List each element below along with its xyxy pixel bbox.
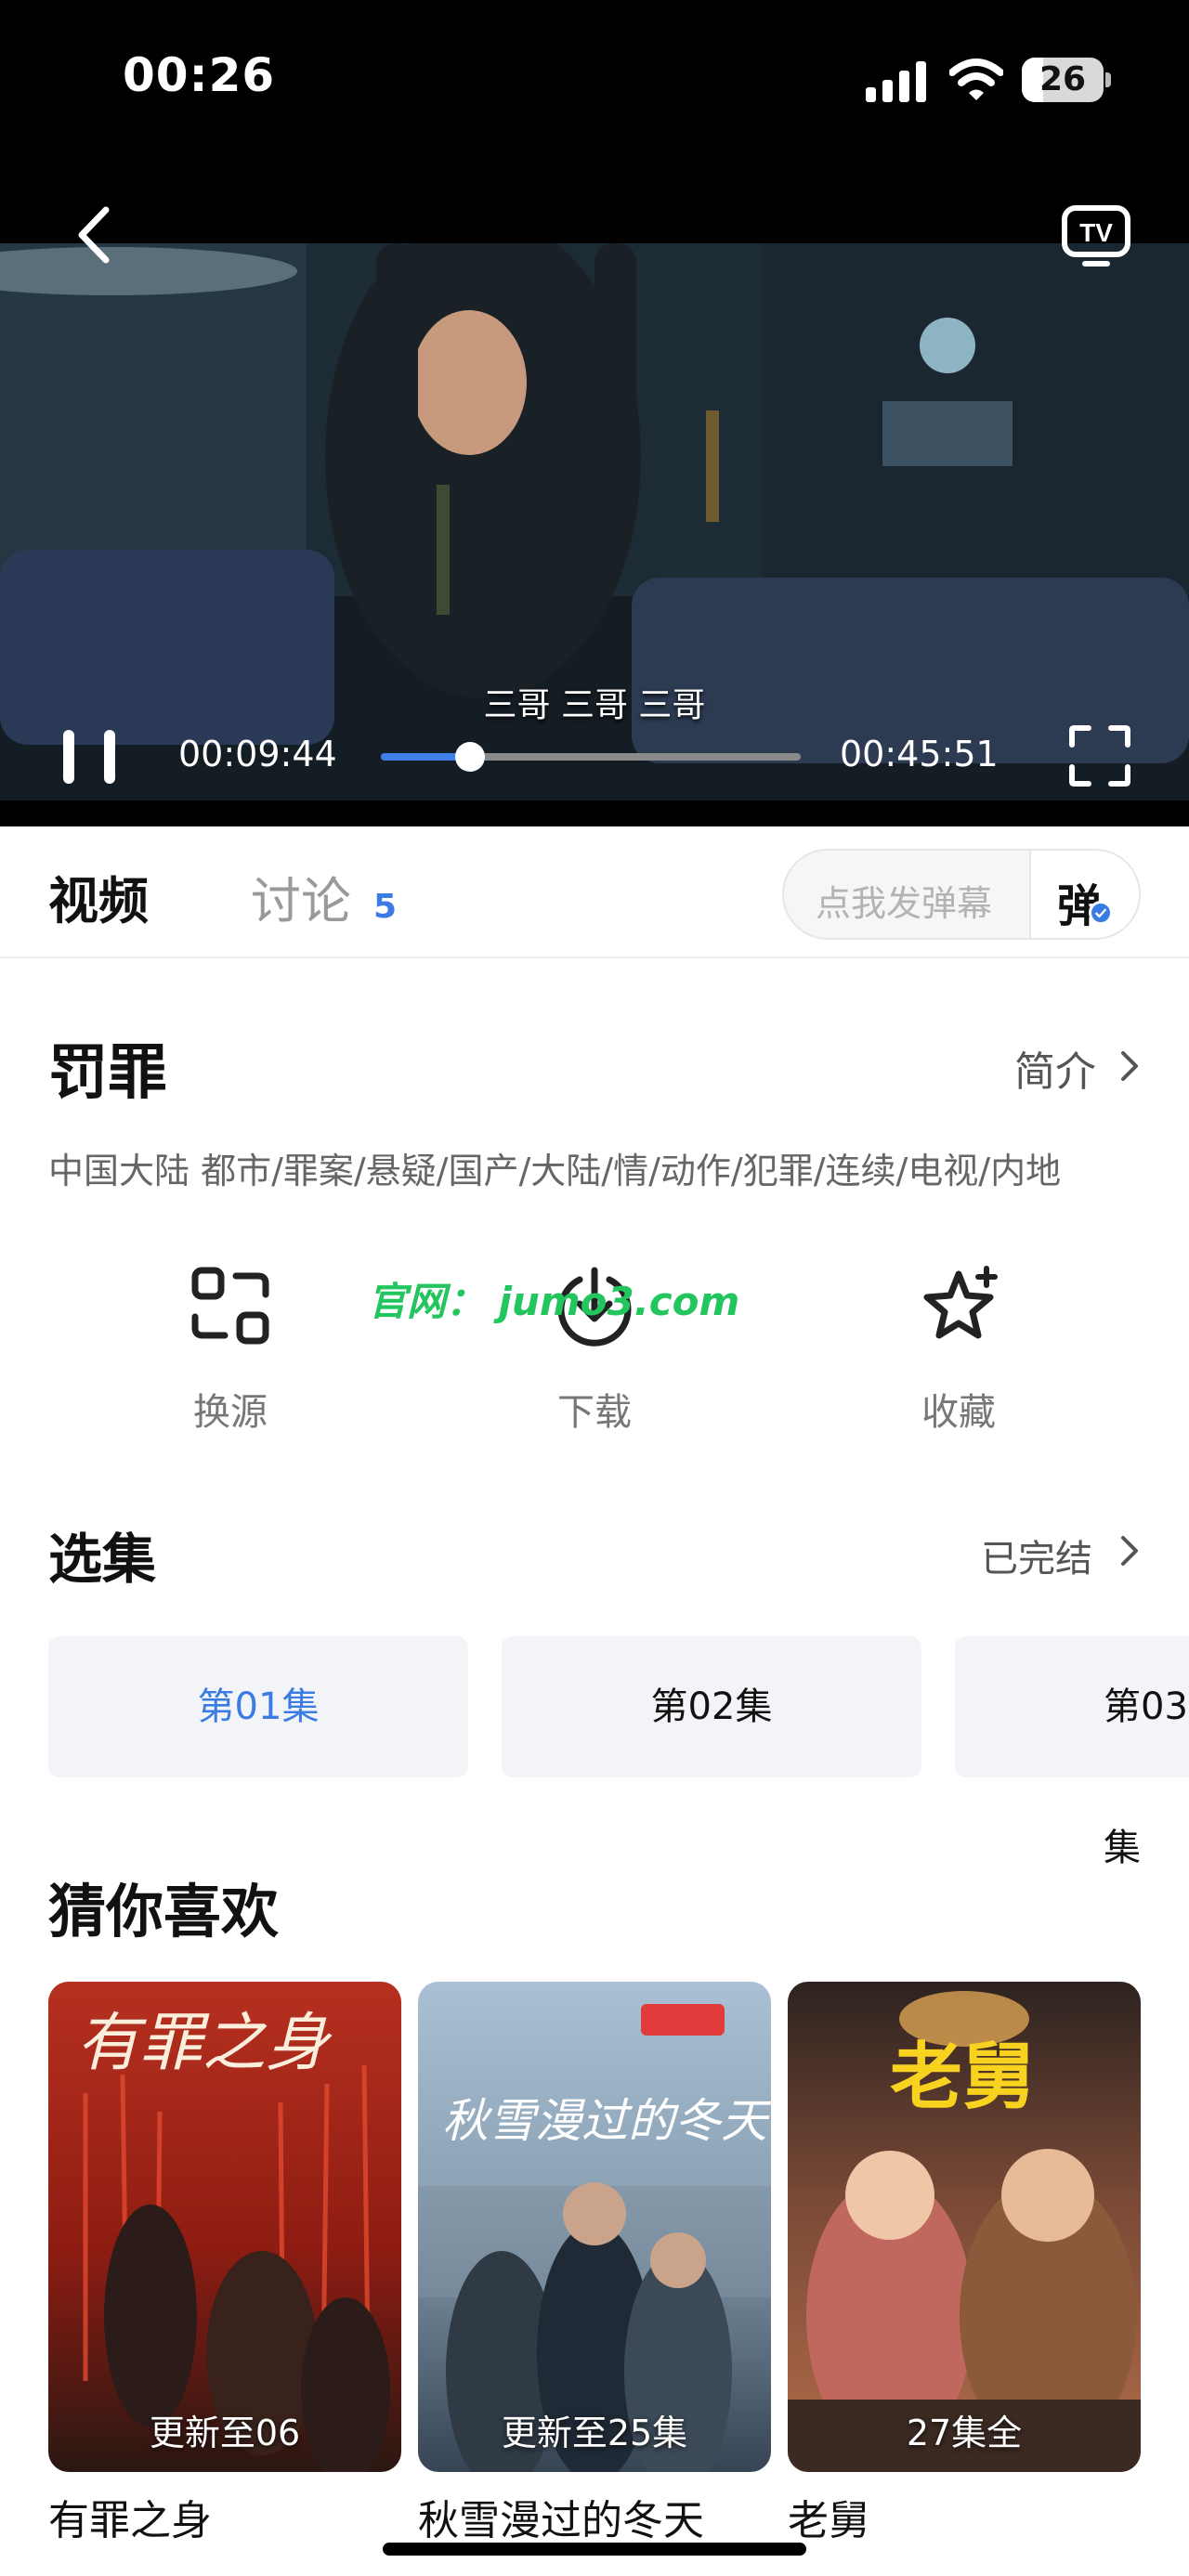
recommend-name[interactable]: 老舅: [788, 2487, 1141, 2546]
recommend-poster[interactable]: 秋雪漫过的冬天 更新至25集: [418, 1982, 771, 2472]
danmaku-input-box[interactable]: 点我发弹幕 弹: [782, 849, 1141, 940]
danmaku-toggle-button[interactable]: 弹: [1029, 851, 1139, 938]
checkmark-icon: [1089, 901, 1113, 925]
recommend-card[interactable]: 老舅 27集全 老舅: [788, 1982, 1141, 2546]
intro-link[interactable]: 简介: [1014, 1038, 1096, 1098]
status-time: 00:26: [123, 48, 276, 102]
progress-bar[interactable]: [381, 742, 801, 772]
recommend-card[interactable]: 有罪之身 更新至06 有罪之身: [48, 1982, 401, 2546]
video-player[interactable]: TV 三哥 三哥 三哥 00:09:44 00:45:51: [0, 195, 1189, 826]
update-badge: 更新至06: [149, 2413, 301, 2453]
chevron-right-icon[interactable]: [1118, 1049, 1141, 1083]
favorite-label: 收藏: [921, 1391, 996, 1434]
pause-button[interactable]: [58, 724, 123, 789]
poster-title-art: 秋雪漫过的冬天: [442, 2094, 767, 2148]
update-badge: 更新至25集: [501, 2413, 688, 2453]
recommend-poster[interactable]: 老舅 27集全: [788, 1982, 1141, 2472]
progress-thumb[interactable]: [455, 742, 486, 772]
svg-text:TV: TV: [1079, 218, 1113, 247]
wifi-icon: [949, 59, 1003, 100]
content-tabs: 视频 讨论 5 点我发弹幕 弹: [0, 826, 1189, 958]
battery-level: 26: [1039, 60, 1087, 98]
chevron-right-icon[interactable]: [1118, 1534, 1141, 1568]
episodes-title: 选集: [48, 1528, 157, 1591]
recommend-poster[interactable]: 有罪之身 更新至06: [48, 1982, 401, 2472]
tab-discuss[interactable]: 讨论: [251, 860, 351, 933]
favorite-button[interactable]: 收藏: [856, 1263, 1061, 1434]
danmaku-input[interactable]: 点我发弹幕: [816, 875, 992, 926]
show-tags: 中国大陆 都市/罪案/悬疑/国产/大陆/情/动作/犯罪/连续/电视/内地: [48, 1151, 1062, 1191]
recommend-name[interactable]: 有罪之身: [48, 2487, 401, 2546]
fullscreen-icon[interactable]: [1066, 722, 1133, 789]
recommend-title: 猜你喜欢: [48, 1878, 280, 1945]
current-time: 00:09:44: [178, 734, 337, 774]
update-badge: 27集全: [906, 2413, 1023, 2453]
switch-source-label: 换源: [193, 1391, 268, 1434]
discuss-count-badge: 5: [373, 888, 398, 926]
show-title: 罚罪: [48, 1039, 167, 1108]
poster-title-art: 老舅: [890, 2036, 1036, 2119]
cast-tv-icon[interactable]: TV: [1059, 199, 1133, 269]
tab-video[interactable]: 视频: [48, 860, 149, 933]
recommend-name[interactable]: 秋雪漫过的冬天: [418, 2487, 771, 2546]
total-time: 00:45:51: [840, 734, 999, 774]
favorite-star-icon: [923, 1266, 998, 1339]
poster-artwork: [418, 2004, 771, 2472]
poster-title-art: 有罪之身: [76, 2007, 330, 2080]
status-bar: 00:26 26: [0, 0, 1189, 195]
episodes-status[interactable]: 已完结: [981, 1529, 1092, 1582]
recommend-card[interactable]: 秋雪漫过的冬天 更新至25集 秋雪漫过的冬天: [418, 1982, 771, 2546]
video-subtitle: 三哥 三哥 三哥: [483, 686, 706, 724]
episode-button-03[interactable]: 第03集: [955, 1636, 1189, 1869]
switch-source-button[interactable]: 换源: [128, 1263, 333, 1434]
back-button[interactable]: [65, 202, 121, 267]
episode-button-02[interactable]: 第02集: [502, 1636, 921, 1777]
episode-button-01[interactable]: 第01集: [48, 1636, 468, 1777]
cellular-signal-icon: [866, 61, 926, 102]
download-label: 下载: [557, 1391, 632, 1434]
switch-source-icon: [191, 1267, 269, 1345]
battery-indicator: 26: [1022, 58, 1111, 102]
site-watermark: 官网： jumo3.com: [368, 1279, 740, 1324]
home-indicator[interactable]: [383, 2543, 806, 2556]
